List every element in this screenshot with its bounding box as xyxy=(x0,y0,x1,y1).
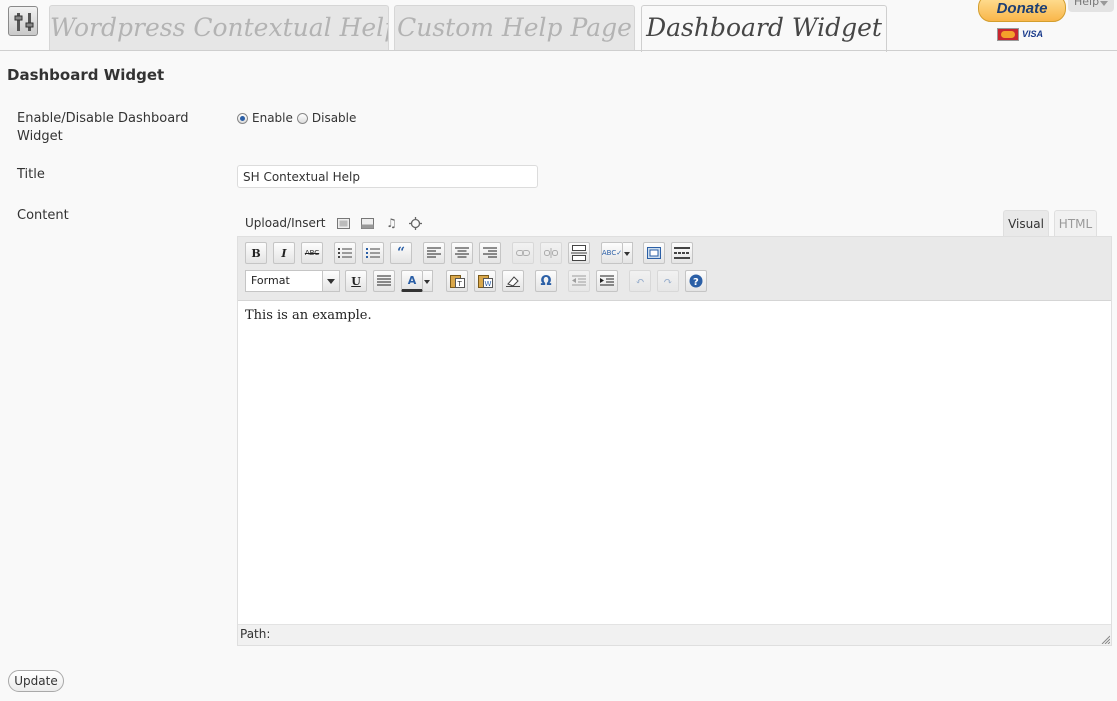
fullscreen-icon[interactable] xyxy=(643,242,665,264)
enable-radio[interactable] xyxy=(237,112,248,124)
svg-text:?: ? xyxy=(693,277,699,288)
tab-visual[interactable]: Visual xyxy=(1003,210,1049,237)
resize-handle-icon[interactable] xyxy=(1100,634,1110,644)
unlink-icon[interactable] xyxy=(540,242,562,264)
outdent-icon[interactable] xyxy=(568,270,590,292)
tab-html[interactable]: HTML xyxy=(1054,210,1097,237)
clear-formatting-icon[interactable] xyxy=(502,270,524,292)
tab-dashboard-widget[interactable]: Dashboard Widget xyxy=(641,5,887,52)
format-select-value: Format xyxy=(251,274,290,287)
strikethrough-icon[interactable]: ABC xyxy=(301,242,323,264)
spellcheck-dropdown-icon[interactable] xyxy=(623,242,633,264)
spellcheck-icon[interactable]: ABC✓ xyxy=(601,242,623,264)
insert-more-icon[interactable] xyxy=(568,242,590,264)
title-input[interactable]: SH Contextual Help xyxy=(237,165,538,188)
blockquote-icon[interactable]: “ xyxy=(390,242,412,264)
paste-word-icon[interactable]: W xyxy=(474,270,496,292)
video-icon[interactable] xyxy=(361,216,375,230)
content-label: Content xyxy=(17,208,69,223)
italic-icon[interactable]: I xyxy=(273,242,295,264)
align-left-icon[interactable] xyxy=(423,242,445,264)
format-select[interactable]: Format xyxy=(245,270,340,292)
settings-icon xyxy=(8,6,38,36)
update-button[interactable]: Update xyxy=(8,670,64,692)
visa-card: VISA xyxy=(1022,29,1044,39)
tab-custom-help-page[interactable]: Custom Help Page xyxy=(394,5,635,51)
text-color-dropdown-icon[interactable] xyxy=(423,270,433,292)
media-bar: Upload/Insert ♫ xyxy=(245,216,423,230)
enable-disable-label: Enable/Disable Dashboard Widget xyxy=(17,111,189,144)
disable-radio-label: Disable xyxy=(311,111,357,125)
redo-icon[interactable]: ↷ xyxy=(657,270,679,292)
media-icon[interactable] xyxy=(409,216,423,230)
special-character-icon[interactable]: Ω xyxy=(535,270,557,292)
title-label: Title xyxy=(17,167,45,182)
text-color-icon[interactable]: A xyxy=(401,270,423,292)
tab-wordpress-contextual-help[interactable]: Wordpress Contextual Help xyxy=(49,5,389,51)
donate-button[interactable]: Donate xyxy=(978,0,1066,22)
help-icon[interactable]: ? xyxy=(685,270,707,292)
chevron-down-icon xyxy=(1100,1,1108,6)
help-tab-label: Help xyxy=(1074,0,1100,8)
help-tab[interactable]: Help xyxy=(1068,0,1114,12)
link-icon[interactable] xyxy=(512,242,534,264)
bullet-list-icon[interactable] xyxy=(334,242,356,264)
align-right-icon[interactable] xyxy=(479,242,501,264)
chevron-down-icon xyxy=(322,271,339,291)
numbered-list-icon[interactable] xyxy=(362,242,384,264)
path-label: Path: xyxy=(240,627,271,641)
indent-icon[interactable] xyxy=(596,270,618,292)
enable-radio-label: Enable xyxy=(252,111,293,125)
align-center-icon[interactable] xyxy=(451,242,473,264)
audio-icon[interactable]: ♫ xyxy=(385,216,399,230)
section-title: Dashboard Widget xyxy=(7,66,165,84)
rich-text-editor: B I ABC “ ABC✓ Format U A T W Ω ↶ ↷ ? Th… xyxy=(237,236,1112,646)
svg-text:W: W xyxy=(484,280,491,288)
editor-status-bar: Path: xyxy=(238,624,1111,645)
mastercard-icon xyxy=(997,28,1019,41)
tabs-divider xyxy=(0,50,1117,51)
enable-radio-group: Enable Disable xyxy=(237,111,360,125)
paste-text-icon[interactable]: T xyxy=(446,270,468,292)
svg-text:T: T xyxy=(456,280,462,288)
kitchen-sink-icon[interactable] xyxy=(671,242,693,264)
editor-content[interactable]: This is an example. xyxy=(245,308,372,323)
bold-icon[interactable]: B xyxy=(245,242,267,264)
undo-icon[interactable]: ↶ xyxy=(629,270,651,292)
image-icon[interactable] xyxy=(337,216,351,230)
editor-toolbar: B I ABC “ ABC✓ Format U A T W Ω ↶ ↷ ? xyxy=(238,237,1111,301)
disable-radio[interactable] xyxy=(296,112,308,124)
upload-insert-label: Upload/Insert xyxy=(245,216,326,230)
align-justify-icon[interactable] xyxy=(373,270,395,292)
underline-icon[interactable]: U xyxy=(345,270,367,292)
